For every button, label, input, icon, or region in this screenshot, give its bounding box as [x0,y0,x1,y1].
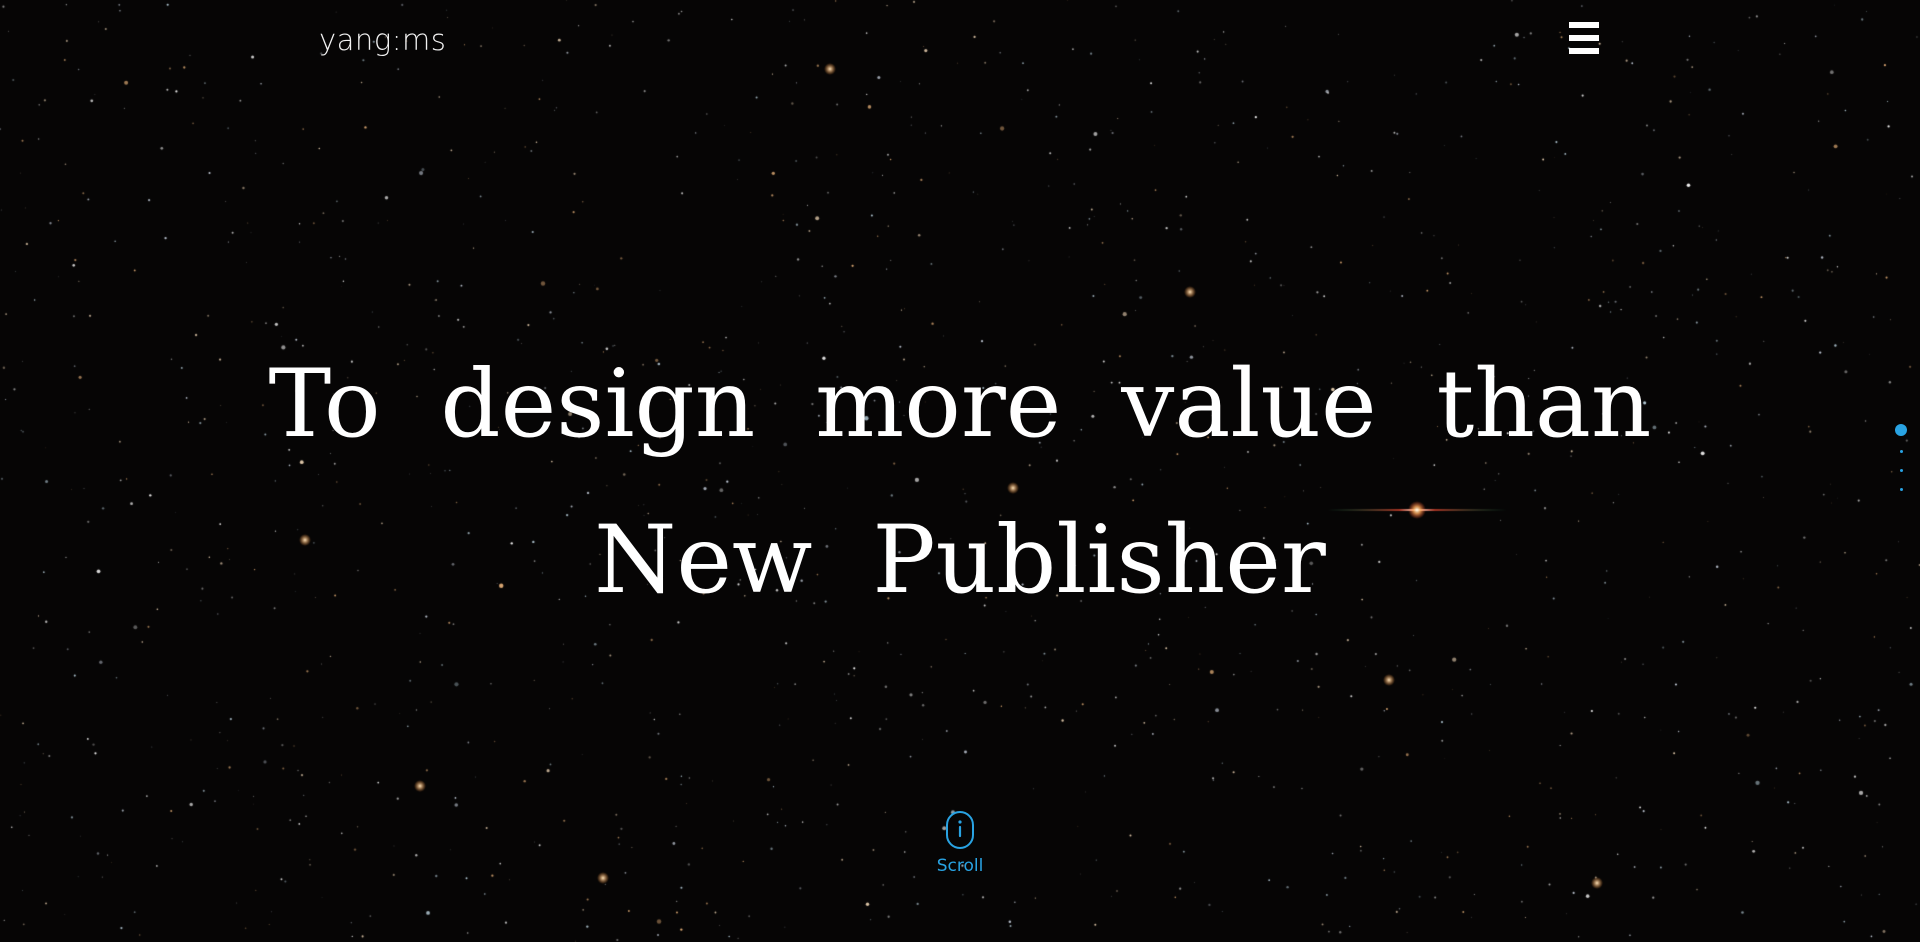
site-logo[interactable]: yang:ms [319,20,446,60]
section-pagination [1894,424,1908,507]
section-dot-1[interactable] [1895,424,1907,436]
section-dot-2[interactable] [1899,450,1903,453]
hamburger-menu-icon[interactable] [1567,20,1601,56]
menu-bar-middle [1569,35,1599,41]
mouse-scroll-icon [946,811,974,849]
section-dot-3[interactable] [1899,469,1903,472]
scroll-label: Scroll [936,856,984,876]
hero-headline-line-2: New Publisher [594,506,1326,615]
menu-bar-top [1569,22,1599,28]
section-dot-4[interactable] [1899,488,1903,491]
hero-headline: To design more value than New Publisher [0,327,1920,639]
menu-bar-bottom [1569,48,1599,54]
hero-headline-line-1: To design more value than [268,350,1652,459]
scroll-indicator[interactable]: Scroll [930,810,990,876]
